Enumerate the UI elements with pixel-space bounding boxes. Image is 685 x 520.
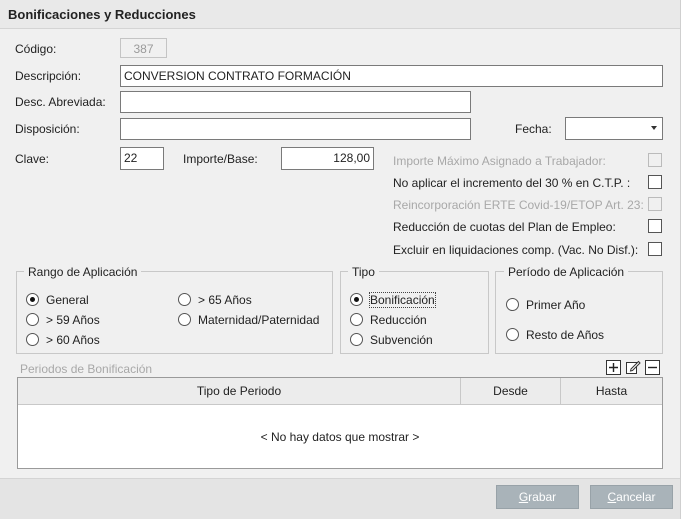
cancelar-mnemonic: C <box>607 490 617 504</box>
table-header: Tipo de Periodo Desde Hasta <box>18 378 662 405</box>
desc-abreviada-field[interactable] <box>120 91 471 113</box>
column-header-desde[interactable]: Desde <box>461 378 561 404</box>
radio-label-general[interactable]: General <box>46 293 89 307</box>
grabar-label: rabar <box>528 490 557 504</box>
edit-icon[interactable] <box>625 359 641 375</box>
checkbox-reincorporacion-erte <box>648 197 662 211</box>
checkbox-reduccion-plan-empleo[interactable] <box>648 219 662 233</box>
radio-label-bonificacion[interactable]: Bonificación <box>369 292 436 308</box>
disposicion-label: Disposición: <box>15 122 80 136</box>
check-label-reincorporacion-erte: Reincorporación ERTE Covid-19/ETOP Art. … <box>393 198 644 212</box>
empty-table-message: < No hay datos que mostrar > <box>260 430 420 444</box>
window-edge <box>681 0 685 520</box>
grabar-button[interactable]: Grabar <box>496 485 579 509</box>
grabar-mnemonic: G <box>518 490 529 504</box>
check-label-no-aplicar-30: No aplicar el incremento del 30 % en C.T… <box>393 176 631 190</box>
importe-base-label: Importe/Base: <box>183 152 258 166</box>
fecha-label: Fecha: <box>515 122 552 136</box>
radio-65-anos[interactable] <box>178 293 191 306</box>
radio-bonificacion[interactable] <box>350 293 363 306</box>
codigo-field: 387 <box>120 38 167 58</box>
radio-label-65-anos[interactable]: > 65 Años <box>198 293 252 307</box>
title-bar: Bonificaciones y Reducciones <box>0 0 680 29</box>
periodos-bonificacion-title: Periodos de Bonificación <box>20 362 153 376</box>
checkbox-no-aplicar-30[interactable] <box>648 175 662 189</box>
radio-general[interactable] <box>26 293 39 306</box>
radio-primer-ano[interactable] <box>506 298 519 311</box>
radio-59-anos[interactable] <box>26 313 39 326</box>
radio-label-primer-ano[interactable]: Primer Año <box>526 298 585 312</box>
periodo-aplicacion-title: Período de Aplicación <box>504 265 629 279</box>
checkbox-importe-maximo <box>648 153 662 167</box>
periodos-table: Tipo de Periodo Desde Hasta < No hay dat… <box>17 377 663 469</box>
cancelar-button[interactable]: Cancelar <box>590 485 673 509</box>
column-header-hasta[interactable]: Hasta <box>561 378 662 404</box>
radio-subvencion[interactable] <box>350 333 363 346</box>
descripcion-field[interactable]: CONVERSION CONTRATO FORMACIÓN <box>120 65 663 87</box>
radio-label-maternidad-paternidad[interactable]: Maternidad/Paternidad <box>198 313 319 327</box>
disposicion-field[interactable] <box>120 118 471 140</box>
descripcion-label: Descripción: <box>15 69 82 83</box>
radio-label-reduccion[interactable]: Reducción <box>370 313 427 327</box>
desc-abreviada-label: Desc. Abreviada: <box>15 95 106 109</box>
column-header-tipo-periodo[interactable]: Tipo de Periodo <box>18 378 461 404</box>
radio-maternidad-paternidad[interactable] <box>178 313 191 326</box>
radio-label-60-anos[interactable]: > 60 Años <box>46 333 100 347</box>
add-icon[interactable] <box>606 360 621 375</box>
fecha-select[interactable] <box>565 117 663 140</box>
codigo-label: Código: <box>15 42 57 56</box>
radio-reduccion[interactable] <box>350 313 363 326</box>
radio-label-subvencion[interactable]: Subvención <box>370 333 433 347</box>
radio-label-resto-anos[interactable]: Resto de Años <box>526 328 604 342</box>
radio-resto-anos[interactable] <box>506 328 519 341</box>
checkbox-excluir-liquidaciones[interactable] <box>648 242 662 256</box>
radio-60-anos[interactable] <box>26 333 39 346</box>
chevron-down-icon[interactable] <box>651 126 657 130</box>
check-label-importe-maximo: Importe Máximo Asignado a Trabajador: <box>393 154 606 168</box>
clave-label: Clave: <box>15 152 50 166</box>
check-label-excluir-liquidaciones: Excluir en liquidaciones comp. (Vac. No … <box>393 243 639 257</box>
cancelar-label: ancelar <box>616 490 656 504</box>
check-label-reduccion-plan-empleo: Reducción de cuotas del Plan de Empleo: <box>393 220 616 234</box>
clave-field[interactable]: 22 <box>120 147 164 170</box>
window-title: Bonificaciones y Reducciones <box>8 7 196 22</box>
radio-label-59-anos[interactable]: > 59 Años <box>46 313 100 327</box>
remove-icon[interactable] <box>645 360 660 375</box>
tipo-title: Tipo <box>348 265 379 279</box>
importe-base-field[interactable]: 128,00 <box>281 147 374 170</box>
rango-aplicacion-title: Rango de Aplicación <box>24 265 142 279</box>
dialog-window: Bonificaciones y Reducciones Código: 387… <box>0 0 681 519</box>
